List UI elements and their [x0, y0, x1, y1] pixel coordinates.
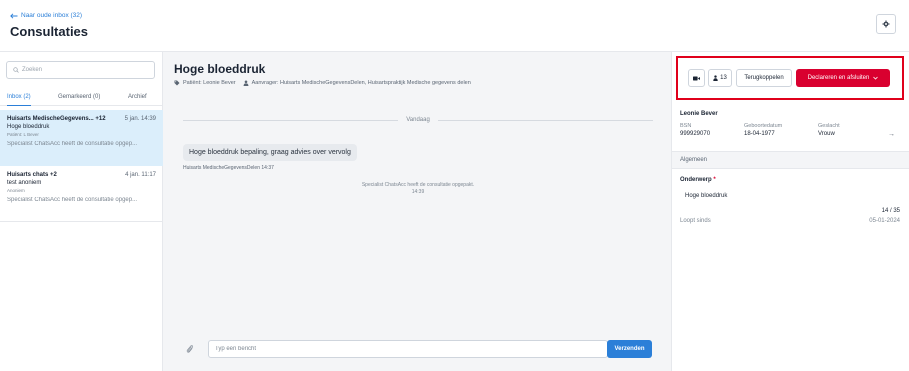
- declare-and-close-button[interactable]: Declareren en afsluiten: [796, 69, 890, 87]
- dob-label: Geboortedatum: [744, 123, 783, 129]
- tab-gemarkeerd[interactable]: Gemarkeerd (0): [58, 92, 100, 106]
- section-header: Algemeen: [672, 152, 909, 169]
- message-composer: Verzenden: [179, 338, 659, 360]
- patient-name: Leonie Bever: [680, 111, 718, 117]
- system-message: Specialist ChatsAcc heeft de consultatie…: [303, 182, 533, 196]
- inbox-sidebar: Zoeken Inbox (2) Gemarkeerd (0) Archief …: [0, 52, 163, 371]
- patient-label: Patiënt: Leonie Bever: [183, 80, 236, 86]
- arrow-left-icon: [10, 12, 18, 19]
- bsn-label: BSN: [680, 123, 692, 129]
- participants-count: 13: [720, 75, 727, 81]
- video-camera-icon: [693, 76, 700, 80]
- paperclip-icon[interactable]: [186, 344, 194, 354]
- message-bubble: Hoge bloeddruk bepaling, graag advies ov…: [183, 144, 357, 161]
- bsn-value: 999929070: [680, 131, 711, 137]
- day-separator: Vandaag: [183, 116, 654, 124]
- conversation-subject: Hoge bloeddruk: [7, 124, 50, 130]
- list-item[interactable]: Huisarts chats +2 4 jan. 11:17 test anon…: [0, 166, 163, 222]
- inbox-tabs: Inbox (2) Gemarkeerd (0) Archief: [0, 92, 163, 106]
- message-meta: Huisarts MedischeGegevensDelen 14:37: [183, 165, 274, 171]
- conversation-title: Huisarts chats +2: [7, 172, 57, 178]
- since-value: 05-01-2024: [869, 218, 900, 224]
- conversation-subject: test anoniem: [7, 180, 42, 186]
- subject-field[interactable]: Hoge bloeddruk: [685, 193, 727, 199]
- person-icon: [713, 75, 718, 81]
- search-placeholder: Zoeken: [22, 67, 43, 73]
- gear-icon: [882, 20, 890, 28]
- terugkoppelen-button[interactable]: Terugkoppelen: [736, 69, 792, 87]
- system-message-time: 14:39: [411, 189, 425, 195]
- conversation-date: 5 jan. 14:39: [124, 116, 156, 122]
- action-bar-highlight: 13 Terugkoppelen Declareren en afsluiten: [676, 56, 904, 100]
- divider: [437, 119, 654, 121]
- tab-archief[interactable]: Archief: [128, 92, 147, 106]
- page-title: Consultaties: [10, 24, 89, 39]
- subject-label-text: Onderwerp: [680, 177, 712, 183]
- gender-label: Geslacht: [818, 123, 840, 129]
- arrow-right-icon[interactable]: →: [888, 131, 895, 138]
- system-message-text: Specialist ChatsAcc heeft de consultatie…: [361, 182, 475, 188]
- conversation-patient: Anoniem: [7, 188, 25, 193]
- character-counter: 14 / 35: [881, 208, 900, 214]
- divider: [183, 119, 399, 121]
- since-label: Loopt sinds: [680, 218, 711, 224]
- top-bar: Naar oude inbox (32) Consultaties: [0, 0, 909, 52]
- conversation-date: 4 jan. 11:17: [125, 172, 156, 178]
- tag-icon: [174, 80, 180, 86]
- back-link-label: Naar oude inbox (32): [21, 12, 83, 19]
- participants-button[interactable]: 13: [708, 69, 732, 87]
- conversation-title: Huisarts MedischeGegevens... +12: [7, 116, 106, 122]
- conversation-meta: Patiënt: Leonie Bever Aanvrager: Huisart…: [174, 80, 471, 86]
- search-icon: [13, 67, 19, 73]
- person-icon: [243, 80, 248, 86]
- message-input[interactable]: [208, 340, 608, 358]
- conversation-heading: Hoge bloeddruk: [174, 62, 266, 76]
- dob-value: 18-04-1977: [744, 131, 775, 137]
- declare-label: Declareren en afsluiten: [807, 75, 870, 81]
- gender-value: Vrouw: [818, 131, 835, 137]
- day-label: Vandaag: [406, 117, 430, 123]
- search-input[interactable]: Zoeken: [6, 61, 155, 79]
- conversation-patient: Patiënt: L Bever: [7, 132, 39, 137]
- conversation-preview: Specialist ChatsAcc heeft de consultatie…: [7, 197, 138, 203]
- patient-summary[interactable]: Leonie Bever BSN 999929070 Geboortedatum…: [672, 104, 909, 152]
- settings-button[interactable]: [876, 14, 896, 34]
- conversation-preview: Specialist ChatsAcc heeft de consultatie…: [7, 141, 138, 147]
- requester-label: Aanvrager: Huisarts MedischeGegevensDele…: [251, 80, 471, 86]
- conversation-panel: Hoge bloeddruk Patiënt: Leonie Bever Aan…: [163, 52, 671, 371]
- chevron-down-icon: [873, 76, 879, 80]
- details-panel: 13 Terugkoppelen Declareren en afsluiten…: [671, 52, 909, 371]
- required-marker: *: [713, 177, 716, 183]
- back-link[interactable]: Naar oude inbox (32): [10, 12, 82, 19]
- send-button[interactable]: Verzenden: [607, 340, 652, 358]
- list-item[interactable]: Huisarts MedischeGegevens... +12 5 jan. …: [0, 110, 163, 166]
- tab-inbox[interactable]: Inbox (2): [7, 92, 31, 106]
- subject-field-label: Onderwerp *: [680, 177, 716, 183]
- video-call-button[interactable]: [688, 69, 705, 87]
